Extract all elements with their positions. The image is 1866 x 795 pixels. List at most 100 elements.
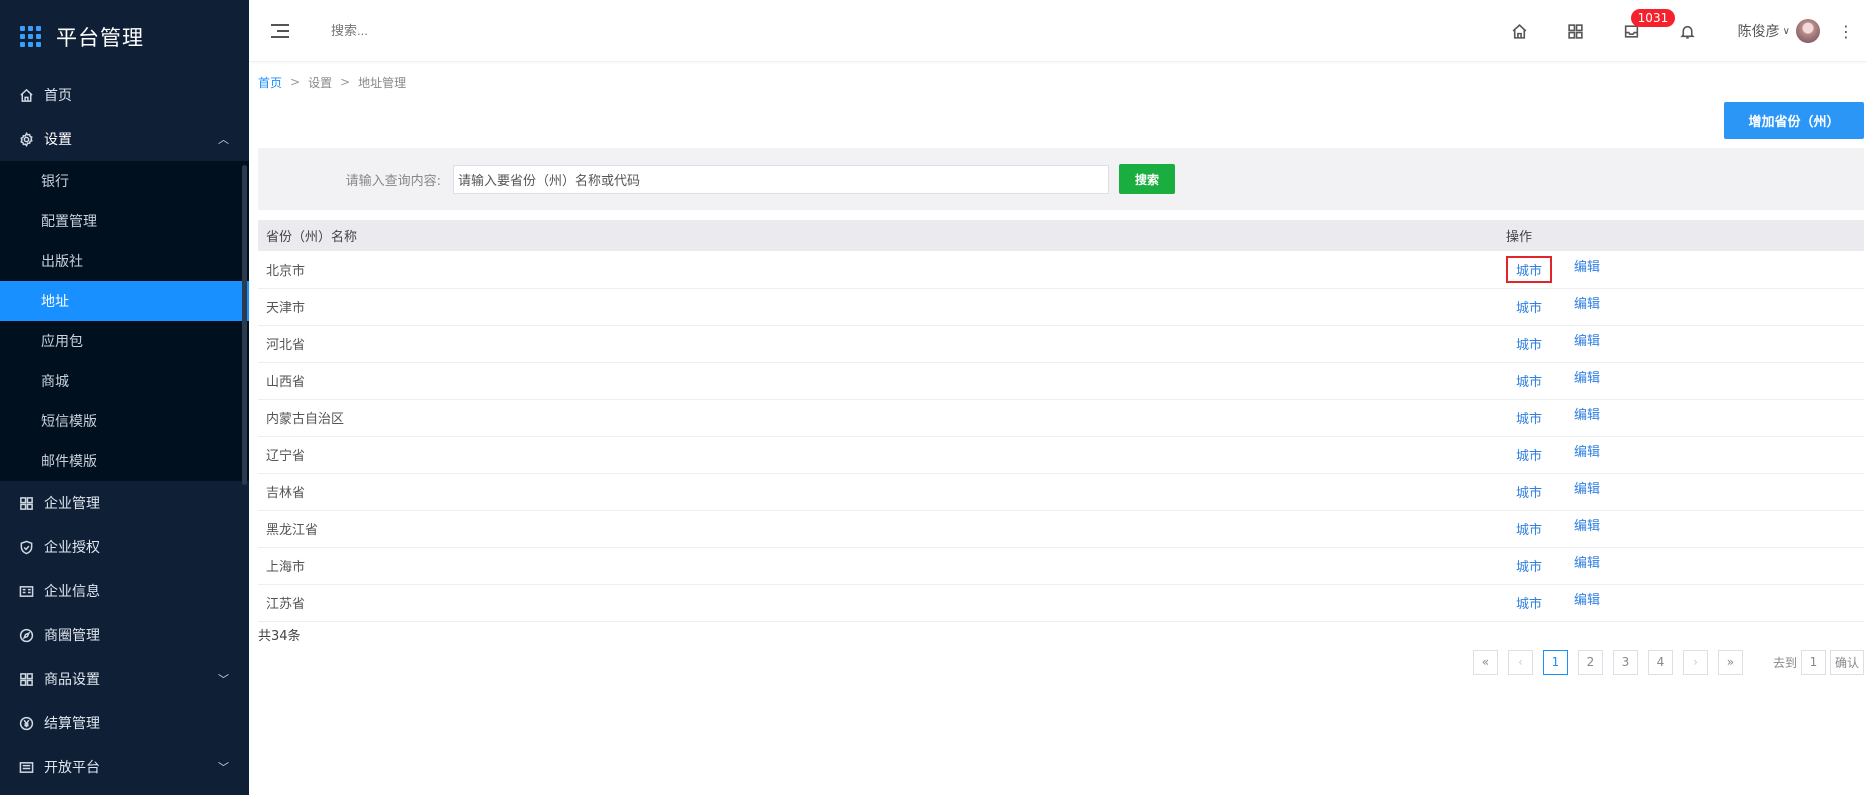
city-link[interactable]: 城市 [1506, 441, 1552, 468]
grid-icon [18, 671, 34, 687]
breadcrumb-settings[interactable]: 设置 [308, 74, 332, 91]
page-button-1[interactable]: 1 [1542, 649, 1568, 675]
city-link[interactable]: 城市 [1506, 255, 1552, 283]
actions-cell: 城市 编辑 [1384, 362, 1864, 400]
menu-toggle-icon[interactable] [271, 22, 293, 40]
notifications-button[interactable] [1660, 0, 1716, 62]
search-button[interactable]: 搜索 [1119, 164, 1175, 194]
actions-cell: 城市 编辑 [1384, 584, 1864, 622]
home-shortcut-button[interactable] [1492, 0, 1548, 62]
shield-icon [18, 539, 34, 555]
page-button-2[interactable]: 2 [1577, 649, 1603, 675]
edit-link[interactable]: 编辑 [1574, 367, 1600, 394]
edit-link[interactable]: 编辑 [1574, 552, 1600, 579]
province-name-cell: 内蒙古自治区 [258, 399, 1384, 437]
sidebar-item-settings[interactable]: 设置 ︿ [0, 117, 249, 161]
main-area: 1031 陈俊彦 ∨ ⋮ 首页 > 设置 > 地址管理 [249, 0, 1866, 795]
sidebar-item-business-district[interactable]: 商圈管理 [0, 613, 249, 657]
sidebar-item-enterprise[interactable]: 企业管理 [0, 481, 249, 525]
edit-link[interactable]: 编辑 [1574, 515, 1600, 542]
sidebar-item-label: 设置 [44, 132, 72, 148]
avatar [1796, 19, 1820, 43]
city-link[interactable]: 城市 [1506, 367, 1552, 394]
sidebar-subitem-app-package[interactable]: 应用包 [0, 321, 249, 361]
city-link[interactable]: 城市 [1506, 293, 1552, 320]
list-icon [18, 759, 34, 775]
breadcrumb-separator: > [290, 75, 301, 89]
page-button-4[interactable]: 4 [1647, 649, 1673, 675]
province-name-cell: 山西省 [258, 362, 1384, 400]
province-name-cell: 吉林省 [258, 473, 1384, 511]
city-link[interactable]: 城市 [1506, 515, 1552, 542]
table-row: 江苏省 城市 编辑 [258, 584, 1864, 622]
sidebar-item-enterprise-auth[interactable]: 企业授权 [0, 525, 249, 569]
next-page-button[interactable]: › [1682, 649, 1708, 675]
breadcrumb: 首页 > 设置 > 地址管理 [258, 62, 1864, 102]
messages-button[interactable]: 1031 [1604, 0, 1676, 62]
actions-cell: 城市 编辑 [1384, 510, 1864, 548]
sidebar-item-label: 开放平台 [44, 760, 100, 776]
edit-link[interactable]: 编辑 [1574, 478, 1600, 505]
edit-link[interactable]: 编辑 [1574, 441, 1600, 468]
edit-link[interactable]: 编辑 [1574, 293, 1600, 320]
goto-page: 去到 1 确认 [1773, 649, 1864, 675]
breadcrumb-current: 地址管理 [358, 75, 407, 90]
global-search-input[interactable] [331, 23, 631, 38]
pagination: « ‹ 1 2 3 4 › » 去到 1 确认 [258, 649, 1864, 675]
last-page-button[interactable]: » [1717, 649, 1743, 675]
sidebar-item-product-settings[interactable]: 商品设置 ﹀ [0, 657, 249, 701]
table-row: 天津市 城市 编辑 [258, 288, 1864, 326]
province-search-input[interactable]: 请输入要省份（州）名称或代码 [453, 164, 1109, 194]
user-menu[interactable]: 陈俊彦 ∨ [1738, 19, 1820, 43]
table-row: 吉林省 城市 编辑 [258, 473, 1864, 511]
sidebar-item-settlement[interactable]: 结算管理 [0, 701, 249, 745]
city-link[interactable]: 城市 [1506, 478, 1552, 505]
table-row: 河北省 城市 编辑 [258, 325, 1864, 363]
search-label: 请输入查询内容: [345, 173, 441, 189]
city-link[interactable]: 城市 [1506, 330, 1552, 357]
goto-confirm-button[interactable]: 确认 [1829, 649, 1864, 675]
edit-link[interactable]: 编辑 [1574, 404, 1600, 431]
actions-cell: 城市 编辑 [1384, 325, 1864, 363]
goto-page-input[interactable]: 1 [1800, 649, 1826, 675]
gear-icon [18, 131, 34, 147]
sidebar-item-home[interactable]: 首页 [0, 73, 249, 117]
edit-link[interactable]: 编辑 [1574, 589, 1600, 616]
sidebar-subitem-bank[interactable]: 银行 [0, 161, 249, 201]
sidebar-item-open-platform[interactable]: 开放平台 ﹀ [0, 745, 249, 789]
city-link[interactable]: 城市 [1506, 404, 1552, 431]
sidebar-subitem-sms-template[interactable]: 短信模版 [0, 401, 249, 441]
sidebar-subitem-address[interactable]: 地址 [0, 281, 249, 321]
sidebar-subitem-mall[interactable]: 商城 [0, 361, 249, 401]
home-icon [1512, 23, 1527, 39]
sidebar-subitem-publisher[interactable]: 出版社 [0, 241, 249, 281]
sidebar-subitem-config[interactable]: 配置管理 [0, 201, 249, 241]
sidebar-item-label: 商圈管理 [44, 628, 100, 644]
apps-button[interactable] [1548, 0, 1604, 62]
settings-submenu: 银行 配置管理 出版社 地址 应用包 商城 短信模版 邮件模版 [0, 161, 249, 481]
actions-cell: 城市 编辑 [1384, 251, 1864, 289]
edit-link[interactable]: 编辑 [1574, 330, 1600, 357]
sidebar-item-label: 首页 [44, 88, 72, 104]
edit-link[interactable]: 编辑 [1574, 256, 1600, 283]
add-province-button[interactable]: 增加省份（州） [1724, 102, 1864, 139]
breadcrumb-separator: > [340, 75, 351, 89]
sidebar-scrollbar[interactable] [242, 165, 247, 485]
chevron-up-icon: ︿ [218, 133, 229, 146]
page-button-3[interactable]: 3 [1612, 649, 1638, 675]
grid-icon [1568, 23, 1583, 39]
sidebar-item-label: 企业授权 [44, 540, 100, 556]
brand[interactable]: 平台管理 [0, 0, 249, 73]
more-vertical-icon[interactable]: ⋮ [1836, 22, 1856, 41]
sidebar-item-label: 企业信息 [44, 584, 100, 600]
first-page-button[interactable]: « [1472, 649, 1498, 675]
breadcrumb-home[interactable]: 首页 [258, 74, 282, 91]
chevron-down-icon: ∨ [1782, 25, 1790, 37]
city-link[interactable]: 城市 [1506, 589, 1552, 616]
table-row: 辽宁省 城市 编辑 [258, 436, 1864, 474]
actions-cell: 城市 编辑 [1384, 288, 1864, 326]
prev-page-button[interactable]: ‹ [1507, 649, 1533, 675]
sidebar-subitem-email-template[interactable]: 邮件模版 [0, 441, 249, 481]
sidebar-item-enterprise-info[interactable]: 企业信息 [0, 569, 249, 613]
city-link[interactable]: 城市 [1506, 552, 1552, 579]
